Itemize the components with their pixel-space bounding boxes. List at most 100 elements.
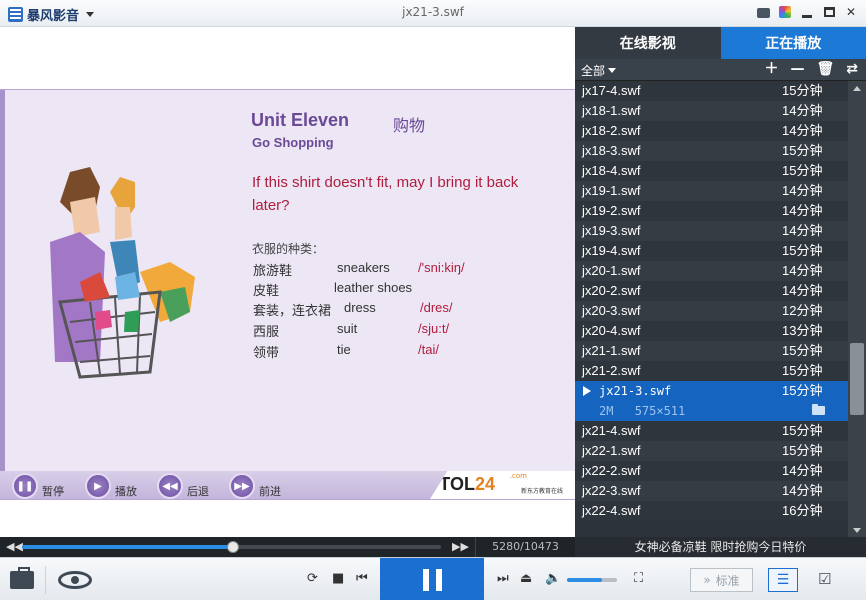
loop-mode-icon[interactable]: ⟳ [307,572,318,586]
list-item[interactable]: jx20-2.swf 14分钟 [575,281,848,301]
playlist-scrollbar[interactable] [848,81,866,537]
seek-thumb[interactable] [227,541,240,553]
playlist-toggle-button[interactable]: ☰ [768,568,798,592]
close-icon: ✕ [845,5,857,19]
list-item[interactable]: jx21-1.swf 15分钟 [575,341,848,361]
tab-now-playing[interactable]: 正在播放 [720,27,866,59]
list-item[interactable]: jx17-4.swf 15分钟 [575,81,848,101]
title-bar: 暴风影音 jx21-3.swf ✕ [0,0,866,27]
standard-label: 标准 [715,573,740,588]
skin-icon [779,6,791,18]
list-item[interactable]: jx22-3.swf 14分钟 [575,481,848,501]
minimize-icon [802,14,812,18]
add-icon[interactable]: ＋ [764,61,778,77]
fullscreen-icon[interactable]: ⛶ [634,572,643,586]
list-item[interactable]: jx18-3.swf 15分钟 [575,141,848,161]
list-item[interactable]: jx20-3.swf 12分钟 [575,301,848,321]
volume-icon[interactable]: 🔈 [545,572,561,586]
skin-button[interactable] [778,5,792,19]
double-chevron-right-icon: » [703,573,711,587]
vocab-phonetic: /dres/ [420,300,453,315]
list-item[interactable]: jx22-4.swf 16分钟 [575,501,848,521]
minimize-button[interactable] [800,5,814,19]
vocab-en: leather shoes [334,280,413,295]
unit-subtitle: Go Shopping [252,135,334,150]
vocab-cn: 套装，连衣裙 [253,303,332,318]
slide-play-label: 播放 [115,485,137,498]
shopping-illustration [50,167,195,379]
playlist-toolbar: 全部 ＋ — 🗑 ⇄ [575,59,866,81]
tol24-logo: TOL24 .com 新东方教育在线 [430,471,575,499]
settings-button[interactable]: ☑ [818,570,844,590]
list-item[interactable]: jx19-3.swf 14分钟 [575,221,848,241]
pause-button[interactable] [380,558,484,600]
scroll-thumb[interactable] [850,343,864,415]
scroll-up-button[interactable] [848,81,866,95]
vocab-cn: 西服 [253,324,280,339]
seek-back-button[interactable]: ◀◀ [6,540,23,553]
trash-icon[interactable]: 🗑 [816,61,834,77]
slide-forward-button[interactable]: ▶▶ 前进 [229,473,281,499]
eye-icon[interactable] [58,571,92,589]
slide-pause-button[interactable]: ❚❚ 暂停 [12,473,64,499]
chat-button[interactable] [756,5,770,19]
close-button[interactable]: ✕ [844,5,858,19]
list-item[interactable]: jx21-2.swf 15分钟 [575,361,848,381]
playlist-actions: ＋ — 🗑 ⇄ [764,61,858,77]
folder-icon[interactable] [812,404,825,415]
time-display: 5280/10473 [475,537,575,557]
question-line-1: If this shirt doesn't fit, may I bring i… [252,174,519,191]
list-item[interactable]: jx22-2.swf 14分钟 [575,461,848,481]
app-logo-text: 暴风影音 [27,9,80,24]
scroll-down-button[interactable] [848,523,866,537]
previous-icon[interactable]: ⏮ [356,572,368,586]
remove-icon[interactable]: — [790,61,804,77]
vocab-en: sneakers [337,260,390,275]
slide-forward-label: 前进 [259,485,281,498]
window-title: jx21-3.swf [402,5,464,19]
toolbox-icon[interactable] [10,567,34,589]
playlist-panel: 在线影视 正在播放 全部 ＋ — 🗑 ⇄ jx17-4.swf 15分钟 jx18… [575,27,866,557]
loop-icon[interactable]: ⇄ [846,61,858,77]
file-resolution: 575×511 [634,404,686,418]
arrow-up-icon [853,85,861,91]
checklist-icon: ☑ [818,570,832,588]
list-item[interactable]: jx19-4.swf 15分钟 [575,241,848,261]
list-item[interactable]: jx20-4.swf 13分钟 [575,321,848,341]
slide-back-button[interactable]: ◀◀ 后退 [157,473,209,499]
video-area[interactable]: Unit Eleven 购物 Go Shopping If this shirt… [0,27,575,564]
fast-forward-icon: ▶▶ [229,473,255,499]
list-item[interactable]: jx21-4.swf 15分钟 [575,421,848,441]
maximize-button[interactable] [822,5,836,19]
list-item[interactable]: jx19-2.swf 14分钟 [575,201,848,221]
list-item-active[interactable]: jx21-3.swf 15分钟 2M 575×511 [575,381,848,421]
ad-banner[interactable]: 女神必备凉鞋 限时抢购今日特价 [575,537,866,557]
filter-dropdown[interactable]: 全部 [581,62,617,79]
panel-tabs: 在线影视 正在播放 [575,27,866,59]
quality-standard-button[interactable]: » 标准 [690,568,753,592]
list-item[interactable]: jx18-1.swf 14分钟 [575,101,848,121]
vocab-phonetic: /sju:t/ [418,321,450,336]
list-item[interactable]: jx22-1.swf 15分钟 [575,441,848,461]
list-item[interactable]: jx20-1.swf 14分钟 [575,261,848,281]
play-icon: ▶ [85,473,111,499]
unit-title: Unit Eleven [251,110,350,130]
seek-forward-button[interactable]: ▶▶ [452,540,469,553]
seek-track[interactable] [22,541,441,553]
vocab-cn: 领带 [253,345,280,360]
list-item[interactable]: jx18-4.swf 15分钟 [575,161,848,181]
tab-online[interactable]: 在线影视 [575,27,721,59]
slide-play-button[interactable]: ▶ 播放 [85,473,137,499]
vocab-cn: 旅游鞋 [253,263,293,278]
stop-icon[interactable]: ■ [332,572,344,586]
app-menu-button[interactable]: 暴风影音 [8,5,95,24]
window-controls: ✕ [756,5,858,19]
next-icon[interactable]: ⏭ [497,572,509,586]
tol-cn: 新东方教育在线 [520,488,563,495]
list-icon: ☰ [776,572,790,588]
vocab-phonetic: /tai/ [418,342,439,357]
open-file-icon[interactable]: ⏏ [520,572,532,586]
volume-slider[interactable] [567,578,617,582]
list-item[interactable]: jx18-2.swf 14分钟 [575,121,848,141]
list-item[interactable]: jx19-1.swf 14分钟 [575,181,848,201]
